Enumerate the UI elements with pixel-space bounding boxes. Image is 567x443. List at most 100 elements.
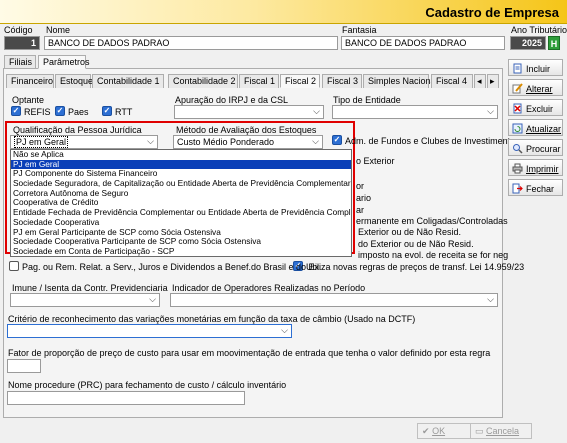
fator-field[interactable] bbox=[7, 359, 41, 373]
criterio-select[interactable]: ⌵ bbox=[7, 324, 292, 338]
procurar-label: Procurar bbox=[526, 144, 561, 154]
pag-rem-label: Pag. ou Rem. Relat. a Serv., Juros e Div… bbox=[22, 262, 322, 272]
metodo-value: Custo Médio Ponderado bbox=[177, 137, 275, 147]
printer-icon bbox=[512, 163, 523, 174]
atualizar-label: Atualizar bbox=[526, 124, 562, 134]
paes-checkbox[interactable]: ✓ bbox=[55, 106, 65, 116]
title-bar: Cadastro de Empresa bbox=[0, 0, 567, 24]
apuracao-select[interactable]: ⌵ bbox=[174, 105, 324, 119]
adm-fundos-checkbox[interactable]: ✓ bbox=[332, 135, 342, 145]
tab-simples-nacional[interactable]: Simples Nacional bbox=[363, 74, 438, 88]
dropdown-option[interactable]: Corretora Autônoma de Seguro bbox=[11, 189, 351, 199]
nome-field[interactable]: BANCO DE DADOS PADRAO bbox=[44, 36, 338, 50]
tab-contabilidade-1[interactable]: Contabilidade 1 bbox=[92, 74, 164, 88]
imprimir-button[interactable]: Imprimir bbox=[508, 159, 563, 176]
exterior-label: o Exterior bbox=[356, 156, 395, 166]
ario-label: ario bbox=[356, 193, 372, 203]
cancela-label: Cancela bbox=[486, 426, 520, 436]
procedure-label: Nome procedure (PRC) para fechamento de … bbox=[8, 380, 287, 390]
imprimir-label: Imprimir bbox=[526, 164, 559, 174]
edit-icon bbox=[512, 83, 523, 94]
chevron-down-icon: ⌵ bbox=[147, 136, 154, 146]
ano-confirm-icon[interactable]: H bbox=[548, 36, 560, 50]
fator-label: Fator de proporção de preço de custo par… bbox=[8, 348, 491, 358]
procurar-button[interactable]: Procurar bbox=[508, 139, 563, 156]
nome-label: Nome bbox=[46, 25, 71, 35]
dropdown-option-selected[interactable]: PJ em Geral bbox=[11, 159, 351, 170]
tab-scroll-left-icon[interactable]: ◂ bbox=[474, 74, 486, 88]
ok-button[interactable]: ✔ OK bbox=[417, 423, 475, 439]
tab-estoque[interactable]: Estoque bbox=[55, 74, 93, 88]
metodo-select[interactable]: Custo Médio Ponderado ⌵ bbox=[173, 135, 323, 149]
sub-tab-bar: Financeiro Estoque Contabilidade 1 Conta… bbox=[6, 74, 502, 90]
fantasia-field[interactable]: BANCO DE DADOS PADRAO bbox=[341, 36, 505, 50]
ok-label: OK bbox=[432, 426, 446, 436]
tab-filiais[interactable]: Filiais bbox=[4, 55, 36, 69]
cancel-icon: ▭ bbox=[475, 426, 484, 436]
bens-exterior-label: do Exterior ou de Não Resid. bbox=[358, 239, 474, 249]
pag-rem-checkbox[interactable] bbox=[9, 261, 19, 271]
codigo-field[interactable]: 1 bbox=[4, 36, 40, 50]
checkmark-icon: ✔ bbox=[422, 426, 430, 436]
refis-checkbox[interactable]: ✓ bbox=[11, 106, 21, 116]
dropdown-option[interactable]: Sociedade Cooperativa Participante de SC… bbox=[11, 237, 351, 247]
procedure-field[interactable] bbox=[7, 391, 245, 405]
incluir-label: Incluir bbox=[526, 64, 551, 74]
fechar-button[interactable]: Fechar bbox=[508, 179, 563, 196]
fechar-label: Fechar bbox=[526, 184, 555, 194]
apuracao-label: Apuração do IRPJ e da CSL bbox=[175, 95, 289, 105]
metodo-label: Método de Avaliação dos Estoques bbox=[176, 125, 317, 135]
permanente-label: ermanente em Coligadas/Controladas bbox=[356, 216, 508, 226]
imune-select[interactable]: ⌵ bbox=[10, 293, 160, 307]
exterior-resid-label: Exterior ou de Não Resid. bbox=[358, 227, 462, 237]
dropdown-option[interactable]: Entidade Fechada de Previdência Compleme… bbox=[11, 208, 351, 218]
ar-label: ar bbox=[356, 205, 365, 215]
dropdown-option[interactable]: Cooperativa de Crédito bbox=[11, 198, 351, 208]
codigo-label: Código bbox=[4, 25, 33, 35]
tab-fiscal-3[interactable]: Fiscal 3 bbox=[322, 74, 362, 88]
excluir-button[interactable]: Excluir bbox=[508, 99, 563, 116]
dropdown-option[interactable]: PJ em Geral Participante de SCP como Sóc… bbox=[11, 228, 351, 238]
novas-regras-label: Utiliza novas regras de preços de transf… bbox=[306, 262, 525, 272]
optante-label: Optante bbox=[12, 95, 45, 105]
chevron-down-icon: ⌵ bbox=[487, 106, 494, 116]
ano-field[interactable]: 2025 bbox=[510, 36, 546, 50]
ano-label: Ano Tributário bbox=[511, 25, 567, 35]
dropdown-option[interactable]: Não se Aplica bbox=[11, 150, 351, 160]
tab-fiscal-4[interactable]: Fiscal 4 bbox=[431, 74, 473, 88]
chevron-down-icon: ⌵ bbox=[149, 294, 156, 304]
tipo-entidade-select[interactable]: ⌵ bbox=[332, 105, 498, 119]
chevron-down-icon: ⌵ bbox=[487, 294, 494, 304]
tab-scroll-right-icon[interactable]: ▸ bbox=[487, 74, 499, 88]
exit-icon bbox=[512, 183, 523, 194]
or-label: or bbox=[356, 181, 365, 191]
qualificacao-select[interactable]: PJ em Geral ⌵ bbox=[10, 135, 158, 149]
chevron-down-icon: ⌵ bbox=[313, 106, 320, 116]
delete-icon bbox=[513, 103, 522, 114]
tab-contabilidade-2[interactable]: Contabilidade 2 bbox=[168, 74, 238, 88]
rtt-checkbox[interactable]: ✓ bbox=[102, 106, 112, 116]
cancela-button[interactable]: ▭ Cancela bbox=[470, 423, 532, 439]
tab-parametros[interactable]: Parâmetros bbox=[38, 55, 90, 69]
tab-financeiro[interactable]: Financeiro bbox=[6, 74, 54, 88]
indicador-select[interactable]: ⌵ bbox=[170, 293, 498, 307]
refis-label: REFIS bbox=[24, 107, 51, 117]
rtt-label: RTT bbox=[115, 107, 133, 117]
new-document-icon bbox=[513, 63, 522, 74]
alterar-button[interactable]: Alterar bbox=[508, 79, 563, 96]
incluir-button[interactable]: Incluir bbox=[508, 59, 563, 76]
atualizar-button[interactable]: Atualizar bbox=[508, 119, 563, 136]
tab-fiscal-1[interactable]: Fiscal 1 bbox=[239, 74, 279, 88]
tab-fiscal-2[interactable]: Fiscal 2 bbox=[280, 74, 320, 88]
chevron-down-icon: ⌵ bbox=[281, 325, 288, 335]
dropdown-option[interactable]: Sociedade Cooperativa bbox=[11, 218, 351, 228]
dropdown-option[interactable]: Sociedade em Conta de Participação - SCP bbox=[11, 247, 351, 257]
paes-label: Paes bbox=[68, 107, 89, 117]
qualificacao-dropdown: Não se Aplica PJ em Geral PJ Componente … bbox=[10, 149, 352, 257]
tipo-entidade-label: Tipo de Entidade bbox=[333, 95, 401, 105]
dropdown-option[interactable]: Sociedade Seguradora, de Capitalização o… bbox=[11, 179, 351, 189]
qualificacao-value: PJ em Geral bbox=[14, 136, 69, 148]
search-icon bbox=[513, 144, 523, 154]
dropdown-option[interactable]: PJ Componente do Sistema Financeiro bbox=[11, 169, 351, 179]
refresh-icon bbox=[512, 123, 523, 134]
